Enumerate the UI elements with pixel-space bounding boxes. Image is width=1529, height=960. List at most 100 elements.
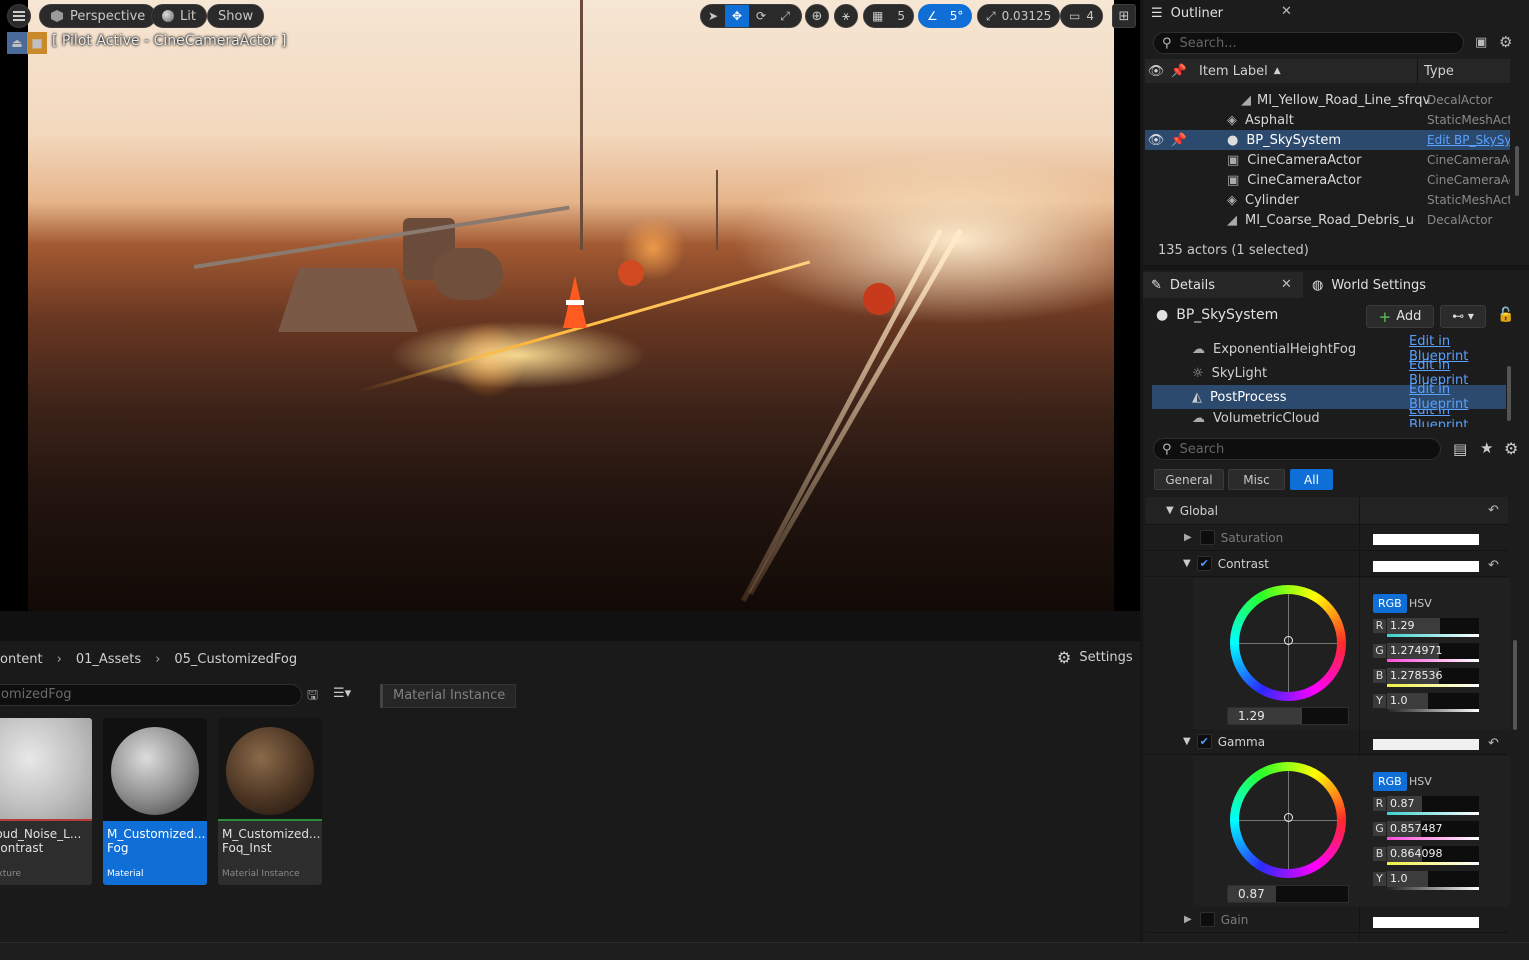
gamma-color-swatch[interactable] (1373, 739, 1479, 750)
rotate-tool-icon[interactable]: ⟳ (749, 5, 773, 27)
gamma-b-channel[interactable]: B 0.864098 (1373, 846, 1479, 866)
section-header-global[interactable]: ▼ Global (1146, 497, 1508, 525)
sort-up-icon: ▲ (1273, 66, 1281, 76)
asset-thumbnail (218, 718, 322, 821)
gain-color-swatch[interactable] (1373, 917, 1479, 928)
chevron-right-icon[interactable]: ▶ (1184, 914, 1192, 925)
contrast-g-channel[interactable]: G 1.274971 (1373, 643, 1479, 663)
outliner-tab[interactable]: ☰ Outliner (1143, 0, 1223, 26)
close-icon[interactable]: ✕ (1281, 277, 1292, 292)
contrast-y-channel[interactable]: Y 1.0 (1373, 693, 1479, 713)
world-settings-tab[interactable]: ◍ World Settings (1304, 272, 1426, 298)
breadcrumb-item[interactable]: 05_CustomizedFog (174, 652, 297, 667)
cb-search-input[interactable]: omizedFog (0, 684, 302, 706)
hsv-mode-button[interactable]: HSV (1409, 772, 1432, 791)
pin-icon[interactable]: 📌 (1167, 64, 1191, 79)
table-row[interactable]: ◈ Cylinder StaticMeshAct (1145, 190, 1510, 210)
contrast-r-channel[interactable]: R 1.29 (1373, 618, 1479, 638)
gamma-checkbox[interactable]: ✔ (1196, 734, 1212, 749)
table-row[interactable]: ◈ Asphalt StaticMeshAct (1145, 110, 1510, 130)
chevron-down-icon[interactable]: ▼ (1183, 736, 1191, 747)
gamma-y-channel[interactable]: Y 1.0 (1373, 871, 1479, 891)
table-row[interactable]: ▣ CineCameraActor CineCameraAc (1145, 170, 1510, 190)
angle-snap-toggle[interactable]: ∠ 5° (918, 4, 973, 28)
filter-all[interactable]: All (1290, 469, 1333, 490)
table-view-icon[interactable]: ▤ (1453, 440, 1467, 458)
lit-button[interactable]: Lit (151, 4, 207, 28)
contrast-b-channel[interactable]: B 1.278536 (1373, 668, 1479, 688)
asset-tile[interactable]: M_Customized... Fog Material (103, 718, 207, 885)
breadcrumb-item[interactable]: 01_Assets (76, 652, 141, 667)
select-tool-icon[interactable]: ➤ (701, 5, 725, 27)
level-viewport[interactable]: Perspective Lit Show ➤ ✥ ⟳ ⤢ ⊕ ⚹ ▦ 5 ∠ 5… (0, 0, 1140, 611)
save-search-icon[interactable]: 🖫 (307, 686, 318, 708)
gamma-wheel-value[interactable]: 0.87 (1227, 885, 1349, 903)
viewport-menu-button[interactable] (7, 4, 31, 28)
components-scrollbar[interactable] (1507, 366, 1511, 421)
contrast-wheel-value[interactable]: 1.29 (1227, 707, 1349, 725)
rgb-mode-button[interactable]: RGB (1373, 594, 1407, 613)
pilot-camera-icon[interactable]: ■ (27, 32, 47, 54)
gamma-g-channel[interactable]: G 0.857487 (1373, 821, 1479, 841)
gear-icon[interactable]: ⚙ (1504, 439, 1518, 458)
asset-tile[interactable]: M_Customized... Foq_Inst Material Instan… (218, 718, 322, 885)
cb-settings-button[interactable]: ⚙ Settings (1057, 648, 1133, 667)
gamma-color-wheel[interactable] (1230, 762, 1346, 878)
translate-tool-icon[interactable]: ✥ (725, 5, 749, 27)
camera-speed-button[interactable]: ▭ 4 (1060, 4, 1103, 28)
eject-icon[interactable]: ⏏ (7, 32, 27, 54)
show-button[interactable]: Show (207, 4, 265, 28)
table-row[interactable]: ◢ MI_Coarse_Road_Debris_uckl DecalActor (1145, 210, 1510, 230)
table-row[interactable]: ▣ CineCameraActor CineCameraAc (1145, 150, 1510, 170)
pin-icon[interactable]: 📌 (1167, 133, 1191, 148)
table-row[interactable]: 👁 📌 ● BP_SkySystem Edit BP_SkySy (1145, 130, 1510, 150)
details-search-input[interactable]: ⚲ Search (1153, 438, 1441, 460)
component-row[interactable]: ◭ PostProcess Edit in Blueprint (1152, 382, 1506, 412)
details-scrollbar[interactable] (1513, 640, 1517, 730)
viewport-layout-icon[interactable]: ⊞ (1112, 4, 1136, 28)
gear-icon[interactable]: ⚙ (1499, 33, 1512, 51)
filter-misc[interactable]: Misc (1228, 469, 1285, 490)
scale-snap-toggle[interactable]: ⤢ 0.03125 (977, 4, 1061, 28)
rgb-mode-button[interactable]: RGB (1373, 772, 1407, 791)
filter-general[interactable]: General (1154, 469, 1224, 490)
filter-chip[interactable]: Material Instance (380, 684, 517, 708)
filter-icon[interactable]: ☰▾ (333, 686, 351, 701)
reset-icon[interactable]: ↶ (1488, 503, 1499, 518)
saturation-color-swatch[interactable] (1373, 534, 1479, 545)
asset-tile[interactable]: loud_Noise_L... Contrast exture (0, 718, 92, 885)
world-local-icon[interactable]: ⊕ (805, 4, 829, 28)
chevron-down-icon[interactable]: ▼ (1183, 558, 1191, 569)
close-icon[interactable]: ✕ (1281, 4, 1292, 19)
breadcrumb-item[interactable]: ontent (0, 652, 43, 667)
gain-checkbox[interactable] (1199, 912, 1215, 927)
details-tab[interactable]: ✎ Details (1143, 272, 1215, 298)
surface-snap-icon[interactable]: ⚹ (834, 4, 858, 28)
reset-icon[interactable]: ↶ (1488, 558, 1499, 573)
contrast-color-wheel[interactable] (1230, 585, 1346, 701)
outliner-search-input[interactable]: ⚲ Search... (1153, 32, 1464, 54)
add-component-button[interactable]: + Add (1366, 305, 1434, 328)
hsv-mode-button[interactable]: HSV (1409, 594, 1432, 613)
table-row[interactable]: ◢ MI_Yellow_Road_Line_sfrqv DecalActor (1145, 90, 1510, 110)
chevron-right-icon[interactable]: ▶ (1184, 532, 1192, 543)
star-icon[interactable]: ★ (1480, 439, 1493, 457)
scale-tool-icon[interactable]: ⤢ (773, 5, 797, 27)
eye-icon[interactable]: 👁 (1145, 64, 1167, 79)
perspective-button[interactable]: Perspective (39, 4, 157, 28)
blueprint-options-button[interactable]: ⊷ ▾ (1440, 305, 1486, 328)
chevron-right-icon: › (56, 651, 62, 667)
add-folder-icon[interactable]: ▣ (1475, 35, 1487, 50)
gamma-r-channel[interactable]: R 0.87 (1373, 796, 1479, 816)
reset-icon[interactable]: ↶ (1488, 736, 1499, 751)
scale-snap-icon: ⤢ (986, 8, 996, 23)
hamburger-icon (13, 11, 25, 21)
saturation-checkbox[interactable] (1199, 530, 1215, 545)
component-row[interactable]: ☁ VolumetricCloud Edit in Blueprint (1152, 409, 1506, 427)
lock-icon[interactable]: 🔓 (1497, 307, 1514, 323)
outliner-scrollbar[interactable] (1515, 146, 1519, 196)
contrast-color-swatch[interactable] (1373, 561, 1479, 572)
grid-snap-toggle[interactable]: ▦ 5 (863, 4, 914, 28)
eye-icon[interactable]: 👁 (1145, 133, 1167, 148)
contrast-checkbox[interactable]: ✔ (1196, 556, 1212, 571)
